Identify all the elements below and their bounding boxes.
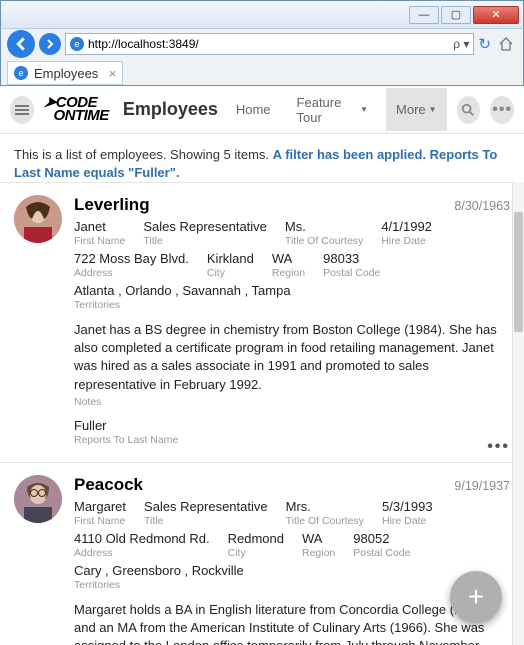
chevron-down-icon: ▼ [360, 105, 368, 114]
dots-icon: ••• [492, 101, 512, 119]
back-button[interactable] [7, 30, 35, 58]
tab-title: Employees [34, 66, 98, 81]
avatar [14, 475, 62, 523]
browser-tab[interactable]: e Employees × [7, 61, 123, 85]
window-minimize-button[interactable]: — [409, 6, 439, 24]
last-name: Peacock [74, 475, 454, 495]
app-logo: ➤CODE ONTIME [44, 97, 109, 122]
menu-button[interactable] [10, 96, 34, 124]
avatar [14, 195, 62, 243]
hamburger-icon [15, 109, 29, 111]
last-name: Leverling [74, 195, 454, 215]
nav-feature-tour[interactable]: Feature Tour ▼ [289, 81, 376, 139]
home-button[interactable] [495, 33, 517, 55]
chevron-down-icon: ▼ [429, 105, 437, 114]
employee-card[interactable]: Leverling8/30/1963 JanetFirst Name Sales… [0, 183, 524, 463]
employee-card[interactable]: Peacock9/19/1937 MargaretFirst Name Sale… [0, 463, 524, 645]
nav-more[interactable]: More ▼ [386, 88, 447, 131]
notes: Margaret holds a BA in English literatur… [74, 601, 510, 645]
browser-toolbar: e ρ ▾ ↻ [0, 28, 524, 58]
ie-icon: e [70, 37, 84, 51]
plus-icon: + [468, 581, 484, 613]
overflow-button[interactable]: ••• [490, 96, 514, 124]
search-button[interactable] [457, 96, 481, 124]
notes: Janet has a BS degree in chemistry from … [74, 321, 510, 394]
employee-list: Leverling8/30/1963 JanetFirst Name Sales… [0, 182, 524, 645]
ie-icon: e [14, 66, 28, 80]
scrollbar[interactable] [512, 182, 524, 645]
scroll-thumb[interactable] [514, 212, 523, 332]
nav-home[interactable]: Home [228, 88, 279, 131]
refresh-button[interactable]: ↻ [478, 35, 491, 53]
url-input[interactable] [88, 37, 449, 51]
window-titlebar: — ▢ ✕ [0, 0, 524, 28]
card-menu-button[interactable]: ••• [487, 438, 510, 456]
window-close-button[interactable]: ✕ [473, 6, 519, 24]
address-bar[interactable]: e ρ ▾ [65, 33, 474, 55]
page-title: Employees [123, 99, 218, 120]
search-icon: ρ ▾ [453, 37, 469, 51]
close-tab-icon[interactable]: × [109, 66, 117, 81]
forward-button[interactable] [39, 33, 61, 55]
birth-date: 9/19/1937 [454, 479, 510, 493]
app-bar: ➤CODE ONTIME Employees Home Feature Tour… [0, 86, 524, 134]
birth-date: 8/30/1963 [454, 199, 510, 213]
window-maximize-button[interactable]: ▢ [441, 6, 471, 24]
browser-tabbar: e Employees × [0, 58, 524, 86]
add-button[interactable]: + [450, 571, 502, 623]
